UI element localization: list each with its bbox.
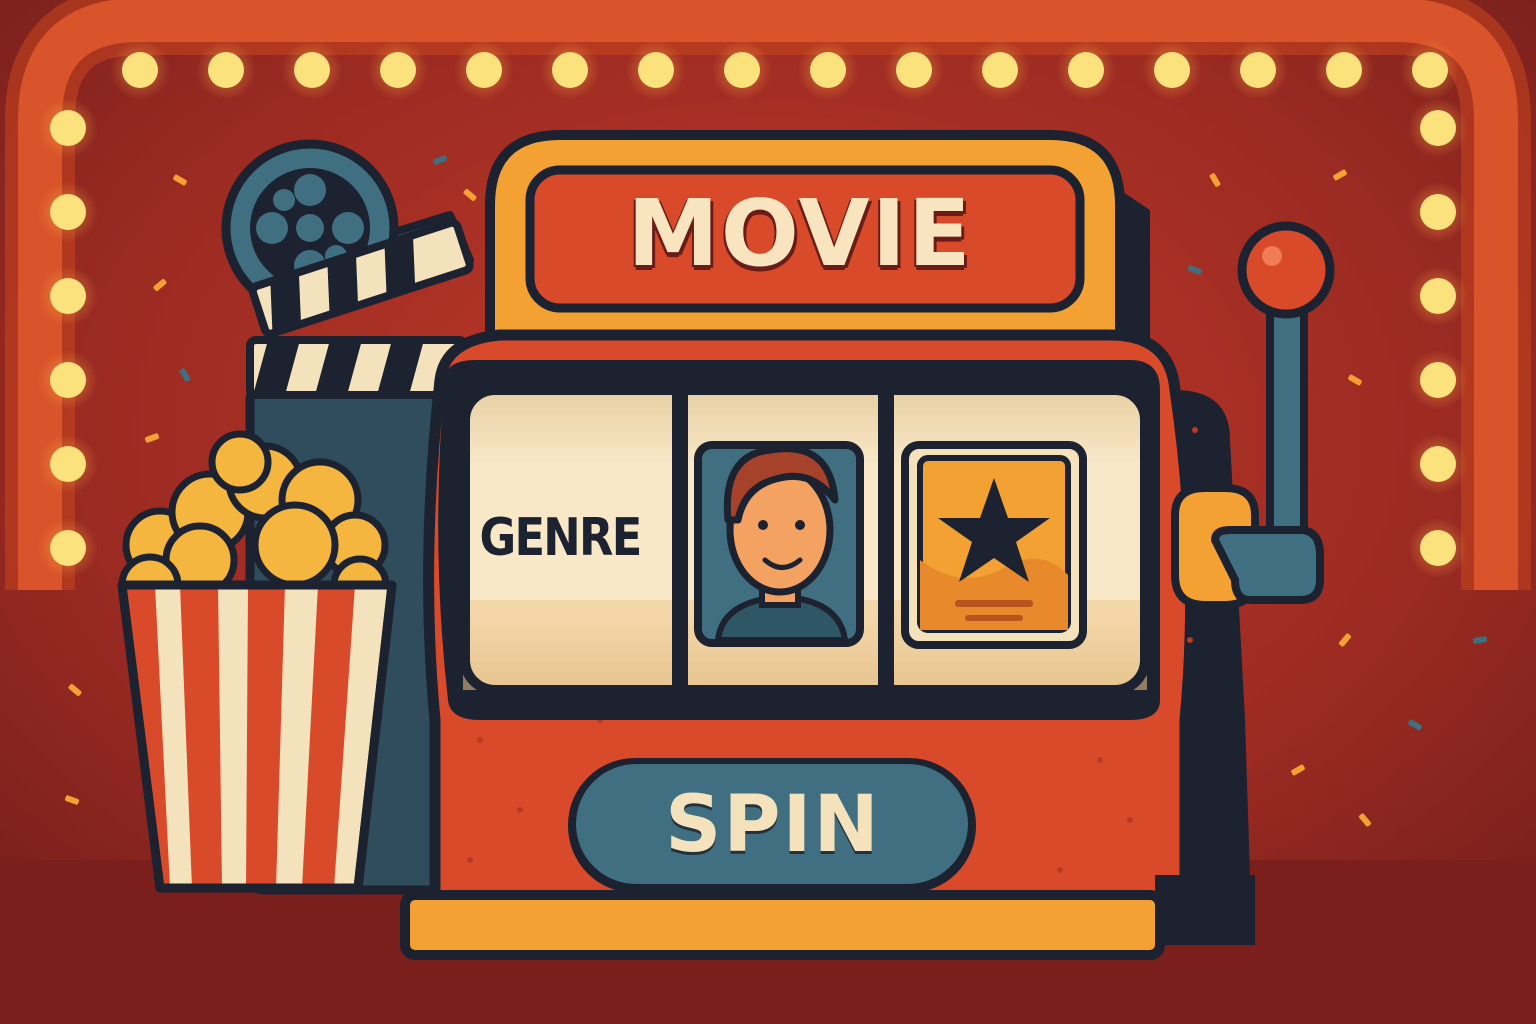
machine-title: MOVIE [627,179,973,287]
marquee-bulb [1154,52,1190,88]
marquee-bulb [638,52,674,88]
marquee-bulb [552,52,588,88]
marquee-bulb [380,52,416,88]
marquee-bulb [1420,530,1456,566]
marquee-bulb [122,52,158,88]
marquee-bulb [1420,278,1456,314]
marquee-bulb [294,52,330,88]
marquee-bulb [50,530,86,566]
marquee-bulb [724,52,760,88]
marquee-bulb [50,278,86,314]
marquee-bulb [1326,52,1362,88]
marquee-bulb [1412,52,1448,88]
marquee-bulb [50,446,86,482]
marquee-bulb [1240,52,1276,88]
reel-genre-label: GENRE [479,508,642,568]
marquee-bulb [50,362,86,398]
star-poster-icon [901,441,1087,649]
marquee-bulb [896,52,932,88]
marquee-bulb [50,194,86,230]
marquee-bulb [1420,446,1456,482]
marquee-bulb [1420,110,1456,146]
marquee-bulb [50,110,86,146]
marquee-bulb [1068,52,1104,88]
slot-machine-scene: MOVIE GENRE SPIN [0,0,1536,1024]
marquee-bulb [982,52,1018,88]
spin-button[interactable]: SPIN [573,760,973,890]
marquee-bulb [810,52,846,88]
marquee-bulb [1420,362,1456,398]
slot-lever-handle[interactable] [1225,225,1345,615]
actor-portrait-icon [694,441,864,647]
marquee-bulb [208,52,244,88]
marquee-bulb [1420,194,1456,230]
marquee-bulb [466,52,502,88]
